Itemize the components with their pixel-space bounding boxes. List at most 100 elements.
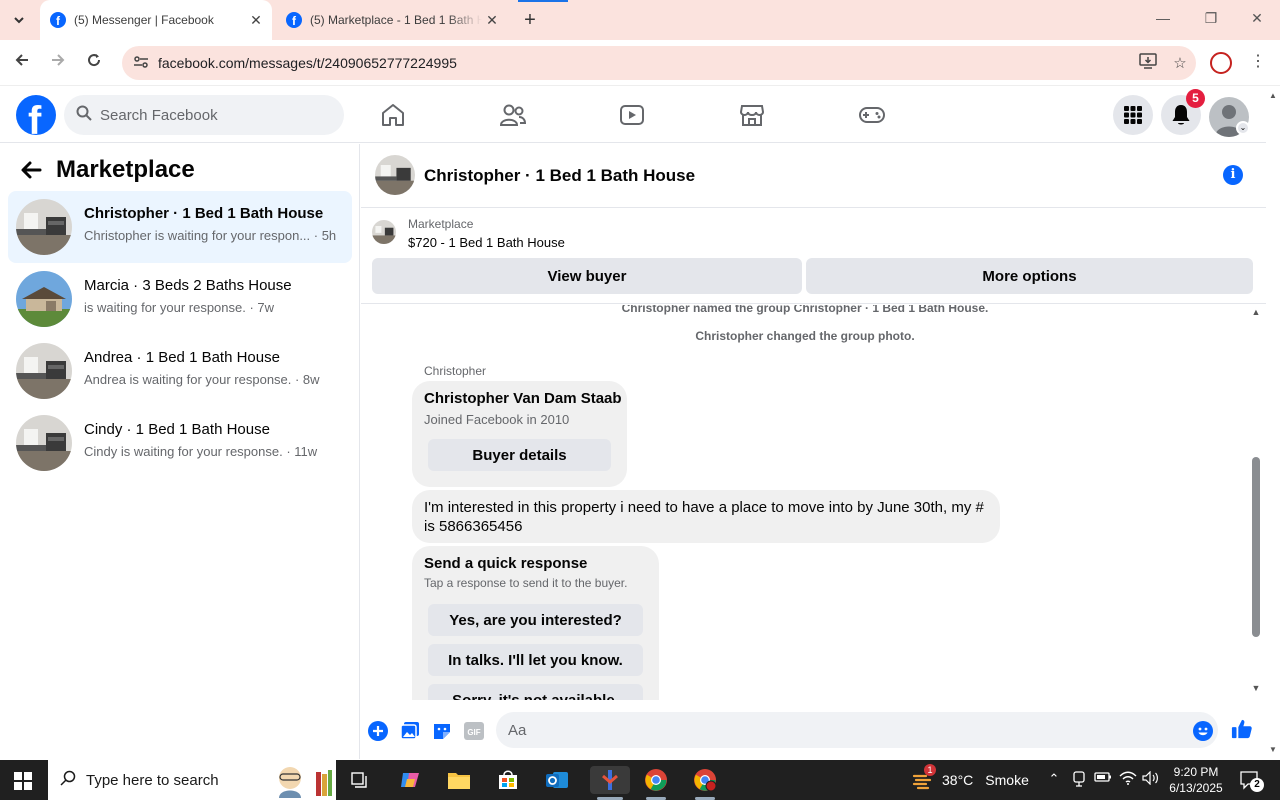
conversation-header: Christopher · 1 Bed 1 Bath House i [361,144,1266,208]
nav-home[interactable] [373,99,413,131]
message-input[interactable] [496,712,1218,748]
weather-description: Smoke [985,772,1029,788]
facebook-search[interactable] [64,95,344,135]
scroll-up-icon[interactable]: ▲ [1250,307,1262,317]
home-icon [382,104,404,126]
nav-marketplace[interactable] [732,99,772,131]
forward-button[interactable] [46,52,70,74]
listing-source: Marketplace [408,217,474,231]
chrome-icon[interactable] [642,766,670,794]
window-close-button[interactable]: ✕ [1234,10,1280,27]
system-message: Christopher named the group Christopher … [621,305,989,315]
battery-icon[interactable] [1092,771,1114,786]
site-settings-icon[interactable] [130,55,152,72]
chat-item-christopher[interactable]: Christopher · 1 Bed 1 Bath House Christo… [8,191,352,263]
windows-start-icon[interactable] [14,772,32,790]
photo-icon[interactable] [399,720,421,742]
plus-icon[interactable] [367,720,389,742]
chat-name: Cindy · 1 Bed 1 Bath House [84,421,270,438]
reload-icon [88,54,101,67]
message-thread[interactable]: Christopher named the group Christopher … [361,305,1251,700]
scroll-down-icon[interactable]: ▼ [1250,683,1262,693]
notification-center-icon[interactable]: 2 [1240,770,1264,792]
back-arrow-icon[interactable] [20,159,42,188]
chat-list-pane: Marketplace Christopher · 1 Bed 1 Bath H… [0,144,360,759]
bookmark-star-icon[interactable]: ☆ [1164,54,1196,72]
like-thumb-icon[interactable] [1231,718,1253,740]
tab-search-button[interactable] [6,8,32,32]
search-input[interactable] [100,106,320,124]
chevron-down-icon [14,17,24,24]
wifi-icon[interactable] [1117,771,1139,788]
facebook-favicon-icon: f [286,12,302,28]
quick-response-option[interactable]: Sorry, it's not available. [428,684,643,700]
grid-menu-icon [1124,106,1142,124]
taskbar-search[interactable]: Type here to search [48,760,336,800]
meet-now-icon[interactable] [1068,771,1090,790]
view-buyer-button[interactable]: View buyer [372,258,802,294]
listing-thumbnail [372,220,396,244]
taskbar-clock[interactable]: 9:20 PM 6/13/2025 [1160,764,1232,796]
message-composer: GIF [361,704,1266,756]
facebook-logo-icon[interactable]: f [16,95,56,135]
chevron-up-icon[interactable]: ⌃ [1043,771,1065,787]
conversation-title[interactable]: Christopher · 1 Bed 1 Bath House [424,166,695,186]
nav-video[interactable] [612,99,652,131]
quick-response-option[interactable]: In talks. I'll let you know. [428,644,643,676]
chat-name: Marcia · 3 Beds 2 Baths House [84,277,292,294]
chat-item-andrea[interactable]: Andrea · 1 Bed 1 Bath House Andrea is wa… [8,335,352,407]
reload-button[interactable] [82,52,106,74]
chrome-profile-icon[interactable] [691,766,719,794]
sticker-icon[interactable] [431,720,453,742]
marketplace-icon [739,105,765,126]
weather-widget[interactable]: 1 38°C Smoke [912,764,1029,790]
gif-icon[interactable]: GIF [463,720,485,742]
sender-label: Christopher [424,364,487,378]
install-app-icon[interactable] [1132,53,1164,73]
task-view-icon[interactable] [346,766,374,794]
file-explorer-icon[interactable] [445,766,473,794]
outlook-icon[interactable] [543,766,571,794]
page-scrollbar[interactable]: ▲ ▼ [1266,87,1280,760]
tab-title: (5) Messenger | Facebook [74,13,214,27]
restore-button[interactable]: ❐ [1188,10,1234,27]
nav-friends[interactable] [493,99,533,131]
facebook-header: f 5 ⌄ [0,87,1266,143]
listing-thumbnail [16,271,72,327]
quick-response-subtitle: Tap a response to send it to the buyer. [424,576,628,590]
listing-price-title[interactable]: $720 - 1 Bed 1 Bath House [408,235,565,250]
chat-name: Andrea · 1 Bed 1 Bath House [84,349,280,366]
emoji-icon[interactable] [1192,720,1214,742]
info-icon[interactable]: i [1223,165,1243,185]
browser-toolbar: facebook.com/messages/t/2409065277722499… [0,40,1280,86]
minimize-button[interactable]: — [1140,10,1186,26]
buyer-details-button[interactable]: Buyer details [428,439,611,471]
more-options-button[interactable]: More options [806,258,1253,294]
browser-menu-icon[interactable]: ⋮ [1250,51,1266,71]
quick-response-option[interactable]: Yes, are you interested? [428,604,643,636]
chat-item-marcia[interactable]: Marcia · 3 Beds 2 Baths House is waiting… [8,263,352,335]
chat-item-cindy[interactable]: Cindy · 1 Bed 1 Bath House Cindy is wait… [8,407,352,479]
close-icon[interactable]: ✕ [482,12,502,29]
pane-title: Marketplace [56,156,195,183]
browser-tab-marketplace[interactable]: f (5) Marketplace - 1 Bed 1 Bath House ✕ [276,0,508,40]
address-bar[interactable]: facebook.com/messages/t/2409065277722499… [122,46,1196,80]
scroll-thumb[interactable] [1252,457,1260,637]
thread-scrollbar[interactable]: ▲ ▼ [1250,305,1262,697]
menu-button[interactable] [1113,95,1153,135]
nav-gaming[interactable] [852,99,892,131]
chat-name: Christopher · 1 Bed 1 Bath House [84,205,324,222]
browser-tabstrip: f (5) Messenger | Facebook ✕ f (5) Marke… [0,0,1280,40]
pinned-app-icon[interactable] [590,766,630,794]
browser-profile-icon[interactable] [1210,52,1232,74]
microsoft-store-icon[interactable] [494,766,522,794]
back-button[interactable] [10,52,34,74]
new-tab-button[interactable]: + [518,9,542,32]
volume-icon[interactable] [1140,770,1162,788]
close-icon[interactable]: ✕ [246,12,266,29]
chevron-down-icon[interactable]: ⌄ [1236,121,1250,135]
weather-temperature: 38°C [942,772,974,788]
conversation-avatar[interactable] [375,155,415,195]
browser-tab-messenger[interactable]: f (5) Messenger | Facebook ✕ [40,0,272,40]
copilot-icon[interactable] [396,766,424,794]
